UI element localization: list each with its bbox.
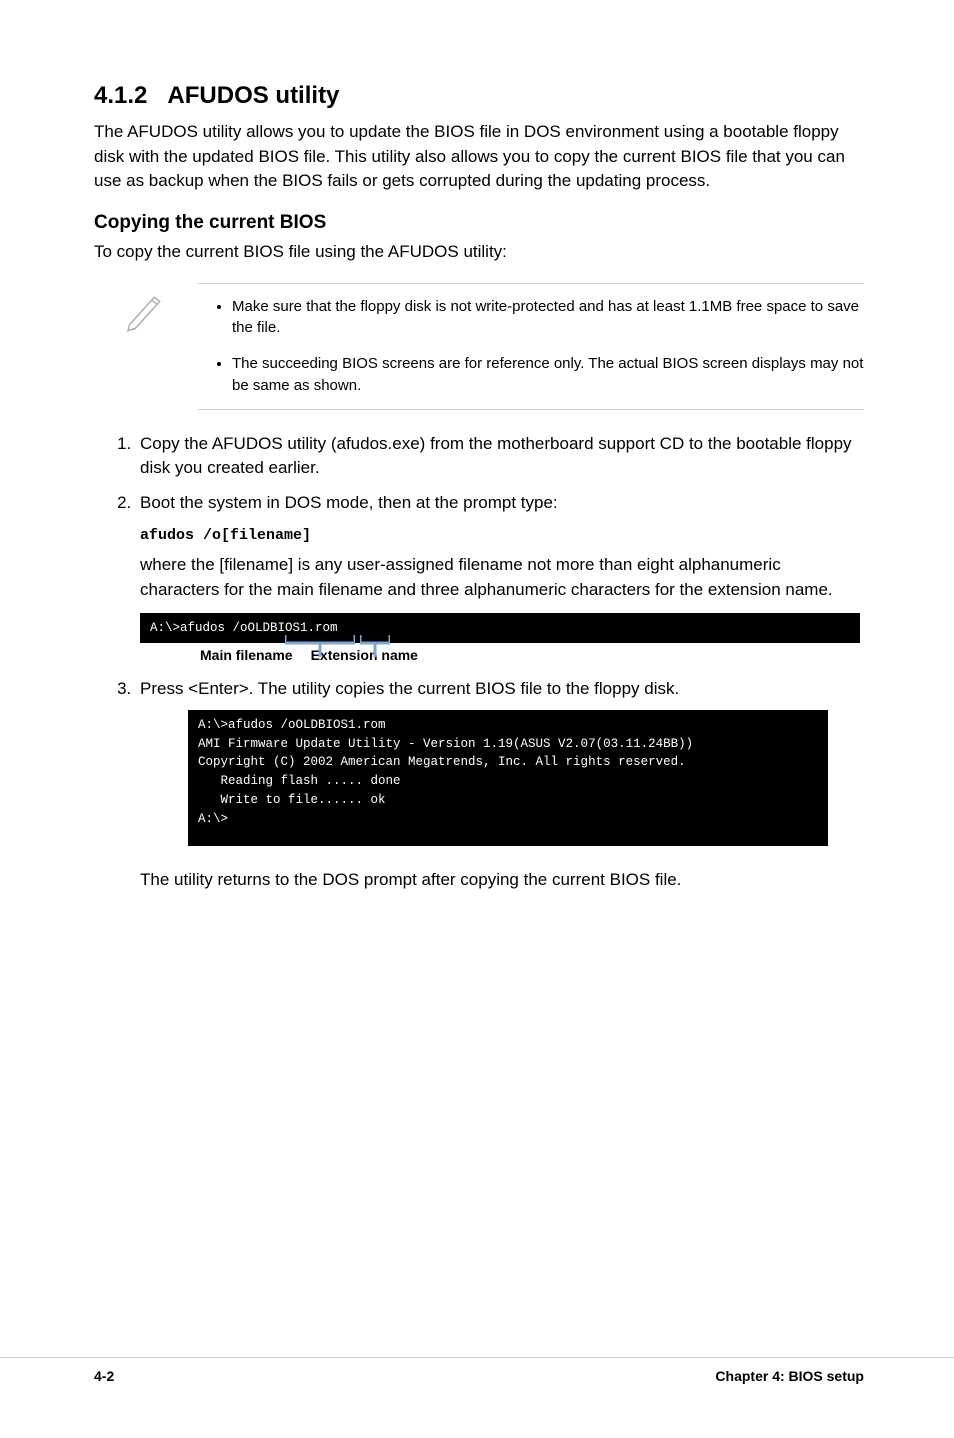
terminal-line: A:\>afudos /oOLDBIOS1.rom [150, 619, 850, 638]
step-3: Press <Enter>. The utility copies the cu… [136, 677, 864, 893]
bracket-icon [285, 635, 355, 657]
note-box: Make sure that the floppy disk is not wr… [124, 283, 864, 410]
terminal-output-1: A:\>afudos /oOLDBIOS1.rom [140, 613, 860, 644]
step-text: Copy the AFUDOS utility (afudos.exe) fro… [140, 434, 852, 478]
page-footer: 4-2 Chapter 4: BIOS setup [0, 1357, 954, 1384]
terminal-line: AMI Firmware Update Utility - Version 1.… [198, 737, 693, 751]
command-text: afudos /o[filename] [140, 525, 864, 547]
note-item: The succeeding BIOS screens are for refe… [232, 353, 864, 397]
chapter-label: Chapter 4: BIOS setup [715, 1368, 864, 1384]
step-text: Boot the system in DOS mode, then at the… [140, 493, 558, 512]
section-title: AFUDOS utility [167, 82, 339, 109]
subsection-heading: Copying the current BIOS [94, 212, 864, 234]
section-heading: 4.1.2 AFUDOS utility [94, 82, 864, 110]
terminal-line: A:\> [198, 812, 228, 826]
step-2: Boot the system in DOS mode, then at the… [136, 491, 864, 603]
note-icon [124, 283, 198, 338]
terminal-output-2: A:\>afudos /oOLDBIOS1.rom AMI Firmware U… [188, 710, 828, 847]
terminal-line: A:\>afudos /oOLDBIOS1.rom [198, 718, 386, 732]
section-number: 4.1.2 [94, 82, 147, 109]
step-1: Copy the AFUDOS utility (afudos.exe) fro… [136, 432, 864, 481]
legend-main: Main filename [200, 647, 293, 663]
step-text: Press <Enter>. The utility copies the cu… [140, 679, 679, 698]
section-intro: The AFUDOS utility allows you to update … [94, 120, 864, 194]
terminal-line: Copyright (C) 2002 American Megatrends, … [198, 755, 686, 769]
step-desc: where the [filename] is any user-assigne… [140, 553, 864, 602]
subsection-lead: To copy the current BIOS file using the … [94, 240, 864, 265]
terminal-line: Write to file...... ok [198, 793, 386, 807]
page-number: 4-2 [94, 1368, 114, 1384]
bracket-icon [360, 635, 390, 657]
note-item: Make sure that the floppy disk is not wr… [232, 296, 864, 340]
terminal-line: Reading flash ..... done [198, 774, 401, 788]
final-note: The utility returns to the DOS prompt af… [140, 868, 864, 893]
